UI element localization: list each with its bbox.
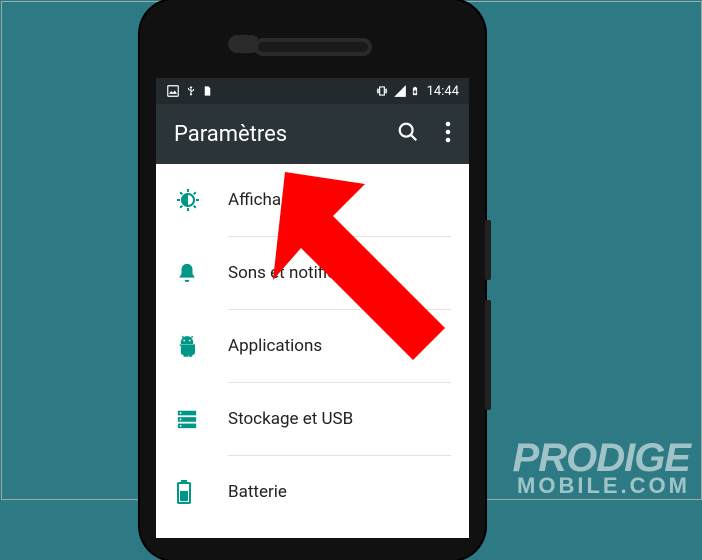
power-button bbox=[485, 220, 491, 280]
settings-item-apps[interactable]: Applications bbox=[156, 310, 469, 382]
app-bar-actions bbox=[397, 121, 451, 147]
settings-item-sound[interactable]: Sons et notifications bbox=[156, 237, 469, 309]
watermark-line2: MOBILE.COM bbox=[513, 476, 690, 496]
status-left bbox=[166, 84, 213, 98]
settings-list: Affichage Sons et notifications Applicat… bbox=[156, 164, 469, 528]
battery-charging-icon bbox=[410, 84, 420, 98]
watermark-line1: PRODIGE bbox=[513, 440, 690, 476]
search-icon[interactable] bbox=[397, 121, 419, 147]
bell-icon bbox=[176, 262, 228, 284]
overflow-menu-icon[interactable] bbox=[445, 121, 451, 147]
page-title: Paramètres bbox=[174, 122, 397, 147]
vibrate-icon bbox=[374, 84, 390, 98]
watermark: PRODIGE MOBILE.COM bbox=[513, 440, 690, 496]
storage-icon bbox=[176, 408, 228, 430]
usb-icon bbox=[185, 84, 197, 98]
phone-bezel: 14:44 Paramètres Affichage bbox=[140, 0, 485, 560]
settings-item-label: Affichage bbox=[228, 190, 300, 210]
app-bar: Paramètres bbox=[156, 104, 469, 164]
settings-item-label: Stockage et USB bbox=[228, 409, 353, 429]
settings-item-battery[interactable]: Batterie bbox=[156, 456, 469, 528]
settings-item-label: Applications bbox=[228, 336, 322, 356]
earpiece bbox=[254, 38, 372, 56]
sim-icon bbox=[202, 84, 213, 98]
status-right: 14:44 bbox=[374, 84, 459, 99]
settings-item-storage[interactable]: Stockage et USB bbox=[156, 383, 469, 455]
picture-icon bbox=[166, 84, 180, 98]
volume-rocker bbox=[485, 300, 491, 410]
brightness-icon bbox=[176, 188, 228, 212]
status-bar: 14:44 bbox=[156, 78, 469, 104]
battery-icon bbox=[176, 480, 228, 504]
settings-item-label: Sons et notifications bbox=[228, 263, 383, 283]
settings-item-label: Batterie bbox=[228, 482, 287, 502]
clock: 14:44 bbox=[427, 84, 459, 99]
screen: 14:44 Paramètres Affichage bbox=[156, 78, 469, 538]
signal-icon bbox=[393, 84, 407, 98]
settings-item-display[interactable]: Affichage bbox=[156, 164, 469, 236]
android-icon bbox=[176, 335, 228, 357]
